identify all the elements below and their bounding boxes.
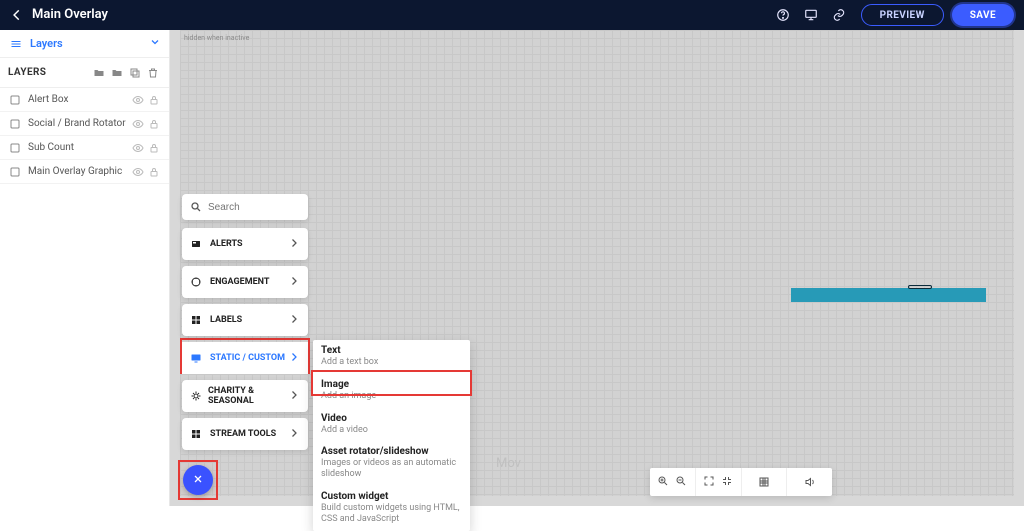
layers-section-toggle[interactable]: Layers — [0, 30, 169, 58]
grid-toggle[interactable] — [742, 468, 788, 496]
category-label: STREAM TOOLS — [210, 429, 276, 439]
close-icon — [192, 473, 204, 488]
folder-icon[interactable] — [109, 65, 125, 81]
lock-icon[interactable] — [147, 93, 161, 107]
zoom-out-icon[interactable] — [675, 475, 687, 490]
category-engagement[interactable]: ENGAGEMENT — [182, 266, 308, 298]
widget-icon — [8, 93, 22, 107]
highlight-box — [178, 460, 218, 500]
overlay-title[interactable]: Main Overlay — [28, 0, 263, 31]
trash-icon[interactable] — [145, 65, 161, 81]
folder-add-icon[interactable] — [91, 65, 107, 81]
chevron-down-icon — [149, 36, 161, 51]
widget-icon — [8, 165, 22, 179]
chevron-right-icon — [288, 275, 300, 290]
chevron-right-icon — [288, 427, 300, 442]
submenu-video[interactable]: Video Add a video — [313, 408, 470, 442]
charity-icon — [190, 390, 202, 402]
static-icon — [190, 352, 204, 364]
category-label: ALERTS — [210, 239, 243, 249]
submenu-custom-widget[interactable]: Custom widget Build custom widgets using… — [313, 486, 470, 531]
category-alerts[interactable]: ALERTS — [182, 228, 308, 260]
widget-search-input[interactable] — [208, 202, 300, 213]
eye-icon[interactable] — [131, 117, 145, 131]
chevron-right-icon — [288, 389, 300, 404]
lock-icon[interactable] — [147, 117, 161, 131]
canvas-ghost-label: Mov — [496, 456, 521, 471]
engagement-icon — [190, 276, 204, 288]
close-add-widget-button[interactable] — [183, 465, 213, 495]
widget-search[interactable] — [182, 194, 308, 220]
category-label: CHARITY & SEASONAL — [208, 386, 288, 406]
submenu-image[interactable]: Image Add an image — [313, 374, 470, 408]
category-label: STATIC / CUSTOM — [210, 353, 285, 363]
eye-icon[interactable] — [131, 141, 145, 155]
lock-icon[interactable] — [147, 141, 161, 155]
category-stream-tools[interactable]: STREAM TOOLS — [182, 418, 308, 450]
submenu-text[interactable]: Text Add a text box — [313, 340, 470, 374]
preview-button[interactable]: PREVIEW — [861, 4, 944, 26]
lock-icon[interactable] — [147, 165, 161, 179]
submenu-rotator[interactable]: Asset rotator/slideshow Images or videos… — [313, 441, 470, 486]
eye-icon[interactable] — [131, 93, 145, 107]
category-charity[interactable]: CHARITY & SEASONAL — [182, 380, 308, 412]
category-label: ENGAGEMENT — [210, 277, 269, 287]
selected-widget[interactable] — [791, 288, 986, 302]
chevron-right-icon — [288, 313, 300, 328]
layer-label: Main Overlay Graphic — [28, 166, 129, 177]
search-icon — [190, 201, 202, 213]
category-static-custom[interactable]: STATIC / CUSTOM — [182, 342, 308, 374]
copy-icon[interactable] — [127, 65, 143, 81]
monitor-icon[interactable] — [799, 3, 823, 27]
layer-row[interactable]: Sub Count — [0, 136, 169, 160]
layer-label: Sub Count — [28, 142, 129, 153]
link-icon[interactable] — [827, 3, 851, 27]
help-icon[interactable] — [771, 3, 795, 27]
layer-label: Alert Box — [28, 94, 129, 105]
fit-controls — [696, 468, 742, 496]
alerts-icon — [190, 238, 204, 250]
back-button[interactable] — [10, 8, 28, 22]
expand-icon[interactable] — [703, 475, 715, 490]
widget-icon — [8, 117, 22, 131]
layers-header-label: LAYERS — [8, 67, 46, 78]
category-label: LABELS — [210, 315, 242, 325]
layer-label: Social / Brand Rotator — [28, 118, 129, 129]
zoom-in-icon[interactable] — [657, 475, 669, 490]
canvas-hint: hidden when inactive — [184, 34, 249, 42]
layer-row[interactable]: Main Overlay Graphic — [0, 160, 169, 184]
selection-handle[interactable] — [908, 285, 932, 289]
category-labels[interactable]: LABELS — [182, 304, 308, 336]
labels-icon — [190, 314, 204, 326]
chevron-right-icon — [288, 351, 300, 366]
layers-icon — [8, 38, 24, 50]
chevron-right-icon — [288, 237, 300, 252]
collapse-icon[interactable] — [721, 475, 733, 490]
widget-icon — [8, 141, 22, 155]
volume-toggle[interactable] — [787, 468, 832, 496]
save-button[interactable]: SAVE — [952, 4, 1014, 26]
tools-icon — [190, 428, 204, 440]
layer-row[interactable]: Social / Brand Rotator — [0, 112, 169, 136]
layers-section-label: Layers — [30, 37, 63, 50]
zoom-controls — [650, 468, 696, 496]
static-submenu: Text Add a text box Image Add an image V… — [313, 340, 470, 531]
eye-icon[interactable] — [131, 165, 145, 179]
canvas-toolbar — [650, 468, 832, 496]
layer-row[interactable]: Alert Box — [0, 88, 169, 112]
